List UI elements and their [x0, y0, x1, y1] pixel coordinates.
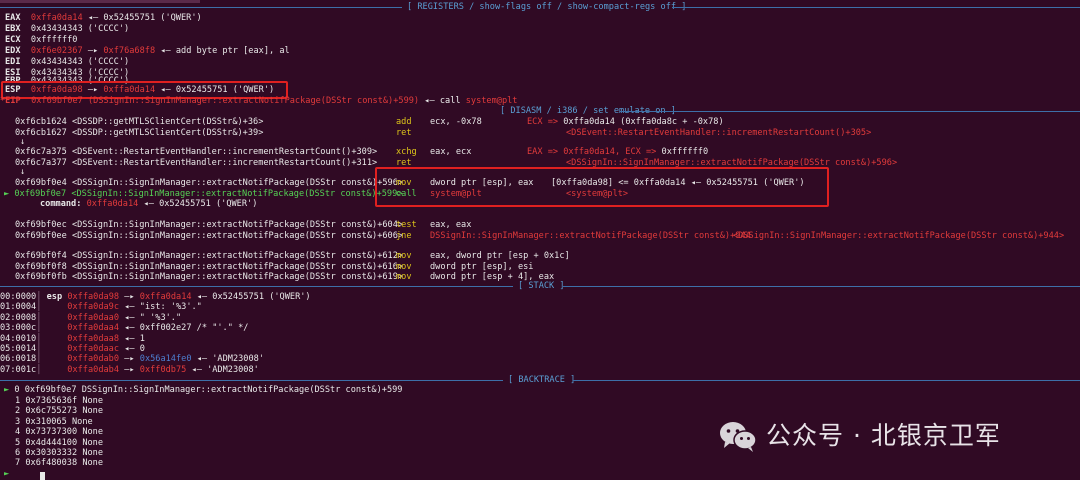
command-line: command: 0xffa0da14 ◂— 0x52455751 ('QWER…	[40, 199, 258, 209]
disasm-row-comment: ECX => 0xffa0da14 (0xffa0da8c + -0x78)	[527, 117, 724, 127]
disasm-row[interactable]: 0xf6c7a375 <DSEvent::RestartEventHandler…	[15, 147, 377, 158]
prompt-marker-icon: ►	[4, 469, 10, 479]
register-ebx[interactable]: EBX 0x43434343 ('CCCC')	[5, 24, 129, 35]
disasm-row-instr: xchg	[396, 147, 417, 157]
registers-header-title: [ REGISTERS / show-flags off / show-comp…	[407, 2, 687, 12]
backtrace-header-title: [ BACKTRACE ]	[508, 375, 576, 385]
disasm-row-args: eax, eax	[430, 220, 472, 230]
backtrace-frame[interactable]: 4 0x73737300 None	[15, 427, 103, 438]
disasm-row[interactable]: 0xf6cb1627 <DSSDP::getMTLSClientCert(DSS…	[15, 128, 263, 139]
disasm-row-args: eax, ecx	[430, 147, 472, 157]
disasm-row[interactable]: 0xf69bf0e4 <DSSignIn::SignInManager::ext…	[15, 178, 403, 189]
disasm-row[interactable]: 0xf69bf0ec <DSSignIn::SignInManager::ext…	[15, 220, 403, 231]
backtrace-frame[interactable]: 2 0x6c755273 None	[15, 406, 103, 417]
terminal-cursor[interactable]	[40, 472, 45, 480]
disasm-row-comment: EAX => 0xffa0da14, ECX => 0xffffff0	[527, 147, 709, 157]
stack-row[interactable]: 03:000c│ 0xffa0daa4 ◂— 0xff002e27 /* "'.…	[0, 323, 248, 334]
registers-header: [ REGISTERS / show-flags off / show-comp…	[0, 2, 1080, 13]
disasm-row-comment: <DSSignIn::SignInManager::extractNotifPa…	[733, 231, 1065, 241]
disasm-row-args: eax, dword ptr [esp + 0x1c]	[430, 251, 570, 261]
disasm-row[interactable]: 0xf6c7a377 <DSEvent::RestartEventHandler…	[15, 158, 377, 169]
current-instruction-marker-icon: ►	[4, 189, 10, 199]
down-arrow-icon: ↓	[20, 167, 26, 177]
disasm-row[interactable]: 0xf69bf0f4 <DSSignIn::SignInManager::ext…	[15, 251, 403, 262]
backtrace-frame[interactable]: 7 0x6f480038 None	[15, 458, 103, 469]
stack-header-title: [ STACK ]	[518, 281, 565, 291]
watermark: 公众号 · 北银京卫军	[718, 416, 1001, 456]
stack-row[interactable]: 01:0004│ 0xffa0da9c ◂— "ist: '%3'."	[0, 302, 202, 313]
call-highlight-box	[375, 167, 829, 207]
wechat-icon	[720, 422, 757, 452]
register-ecx[interactable]: ECX 0xffffff0	[5, 35, 77, 46]
register-eax[interactable]: EAX 0xffa0da14 ◂— 0x52455751 ('QWER')	[5, 13, 202, 24]
register-edx[interactable]: EDX 0xf6e02367 —▸ 0xf76a68f8 ◂— add byte…	[5, 46, 290, 57]
watermark-text: 公众号 · 北银京卫军	[766, 420, 1001, 450]
disasm-header: [ DISASM / i386 / set emulate on ]	[0, 106, 1080, 117]
stack-header: [ STACK ]	[0, 281, 1080, 292]
register-edi[interactable]: EDI 0x43434343 ('CCCC')	[5, 57, 129, 68]
disasm-row-instr: jne	[396, 231, 412, 241]
disasm-row-comment: <DSEvent::RestartEventHandler::increment…	[566, 128, 872, 138]
disasm-row[interactable]: 0xf6cb1624 <DSSDP::getMTLSClientCert(DSS…	[15, 117, 263, 128]
disasm-row-instr: mov	[396, 251, 412, 261]
stack-row[interactable]: 06:0018│ 0xffa0dab0 —▸ 0x56a14fe0 ◂— 'AD…	[0, 354, 264, 365]
disasm-row-args: DSSignIn::SignInManager::extractNotifPac…	[430, 231, 751, 241]
current-frame-marker-icon: ►	[4, 385, 10, 395]
disasm-row-instr: ret	[396, 128, 412, 138]
disasm-row[interactable]: 0xf69bf0ee <DSSignIn::SignInManager::ext…	[15, 231, 403, 242]
backtrace-frame[interactable]: ► 0 0xf69bf0e7 DSSignIn::SignInManager::…	[4, 385, 402, 396]
disasm-row-args: ecx, -0x78	[430, 117, 482, 127]
disasm-row-instr: add	[396, 117, 412, 127]
disasm-row-instr: test	[396, 220, 417, 230]
